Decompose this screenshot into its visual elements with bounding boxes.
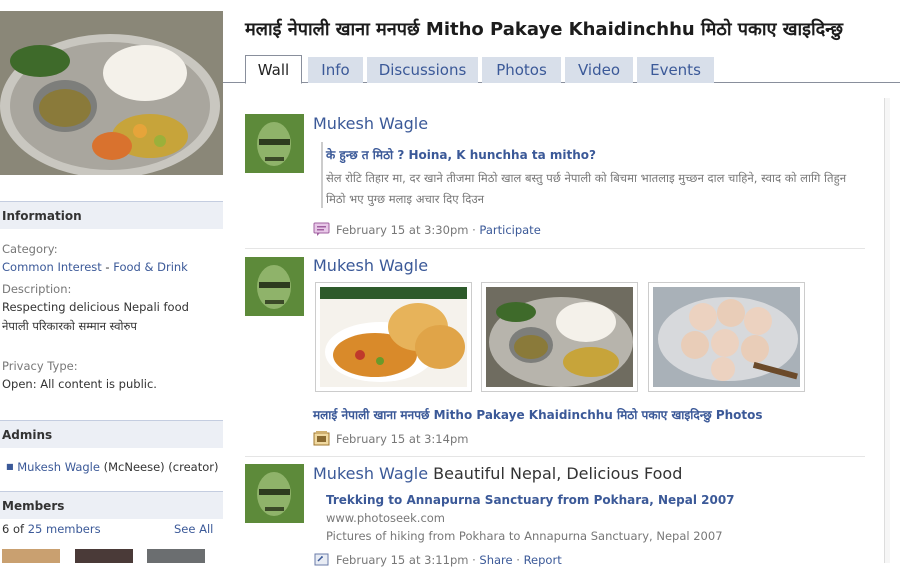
avatar[interactable] — [245, 464, 304, 523]
story-timestamp[interactable]: February 15 at 3:30pm — [336, 223, 468, 237]
story-actor-name[interactable]: Mukesh Wagle — [313, 114, 428, 133]
description-label: Description: — [2, 282, 72, 296]
photo-thumbnail[interactable] — [648, 282, 805, 392]
information-header: Information — [0, 201, 223, 229]
story-timestamp[interactable]: February 15 at 3:14pm — [336, 432, 468, 446]
share-link[interactable]: Share — [479, 553, 512, 567]
attachment-description: Pictures of hiking from Pokhara to Annap… — [326, 529, 723, 543]
story-divider — [245, 456, 865, 457]
members-count-link[interactable]: 25 members — [28, 522, 101, 536]
story-actor-name[interactable]: Mukesh Wagle — [313, 256, 428, 275]
admins-header: Admins — [0, 420, 223, 448]
description-line-1: Respecting delicious Nepali food — [2, 300, 189, 314]
photo-icon — [313, 431, 330, 446]
story-message: Beautiful Nepal, Delicious Food — [428, 464, 683, 483]
description-line-2: नेपाली परिकारको सम्मान स्वोरुप — [2, 319, 137, 333]
category-link-common-interest[interactable]: Common Interest — [2, 260, 102, 274]
group-profile-picture[interactable] — [0, 11, 223, 175]
attachment-description: सेल रोटि तिहार मा, दर खाने तीजमा मिठो खा… — [326, 171, 847, 206]
bullet-icon: ■ — [6, 462, 14, 471]
avatar[interactable] — [245, 114, 304, 173]
members-count-prefix: 6 of — [2, 522, 28, 536]
story-header: Mukesh Wagle Beautiful Nepal, Delicious … — [313, 464, 682, 483]
tab-events[interactable]: Events — [637, 57, 714, 83]
tab-discussions[interactable]: Discussions — [367, 57, 478, 83]
see-all-link[interactable]: See All — [174, 522, 213, 536]
tab-photos[interactable]: Photos — [482, 57, 561, 83]
admin-link[interactable]: Mukesh Wagle — [17, 460, 100, 474]
tab-video[interactable]: Video — [565, 57, 633, 83]
tab-wall[interactable]: Wall — [245, 55, 302, 84]
scrollbar[interactable] — [884, 98, 890, 563]
album-link[interactable]: मलाई नेपाली खाना मनपर्छ Mitho Pakaye Kha… — [313, 406, 763, 423]
attachment-title[interactable]: के हुन्छ त मिठो ? Hoina, K hunchha ta mi… — [326, 146, 596, 163]
attachment-title[interactable]: Trekking to Annapurna Sanctuary from Pok… — [326, 493, 735, 507]
category-separator: - — [101, 260, 114, 274]
meta-separator: · — [512, 553, 524, 567]
admin-entry: ■ Mukesh Wagle (McNeese) (creator) — [6, 460, 218, 474]
member-thumbnail[interactable] — [147, 549, 205, 563]
story-meta: February 15 at 3:30pm · Participate — [313, 222, 541, 237]
story-meta: February 15 at 3:14pm — [313, 431, 468, 446]
tab-info[interactable]: Info — [308, 57, 363, 83]
story-meta: February 15 at 3:11pm · Share · Report — [313, 552, 562, 567]
members-count: 6 of 25 members — [2, 522, 101, 536]
meta-separator: · — [468, 223, 480, 237]
page-title: मलाई नेपाली खाना मनपर्छ Mitho Pakaye Kha… — [245, 19, 843, 40]
privacy-value: Open: All content is public. — [2, 377, 157, 391]
link-icon — [313, 552, 330, 567]
story-timestamp[interactable]: February 15 at 3:11pm — [336, 553, 468, 567]
story-divider — [245, 248, 865, 249]
participate-link[interactable]: Participate — [479, 223, 540, 237]
admin-suffix: (McNeese) (creator) — [99, 460, 219, 474]
members-header: Members — [0, 491, 223, 519]
discussion-icon — [313, 222, 330, 237]
avatar[interactable] — [245, 257, 304, 316]
member-thumbnail[interactable] — [2, 549, 60, 563]
category-link-food-drink[interactable]: Food & Drink — [113, 260, 188, 274]
photo-thumbnail[interactable] — [481, 282, 638, 392]
report-link[interactable]: Report — [524, 553, 562, 567]
attachment-bar — [321, 142, 323, 208]
photo-thumbnail[interactable] — [315, 282, 472, 392]
story-actor-name[interactable]: Mukesh Wagle — [313, 464, 428, 483]
main-content: मलाई नेपाली खाना मनपर्छ Mitho Pakaye Kha… — [223, 0, 900, 567]
meta-separator: · — [468, 553, 480, 567]
privacy-label: Privacy Type: — [2, 359, 78, 373]
tab-bar: Wall Info Discussions Photos Video Event… — [223, 55, 900, 84]
category-label: Category: — [2, 242, 58, 256]
category-value: Common Interest - Food & Drink — [2, 260, 188, 274]
left-sidebar: Information Category: Common Interest - … — [0, 0, 223, 563]
member-thumbnail[interactable] — [75, 549, 133, 563]
